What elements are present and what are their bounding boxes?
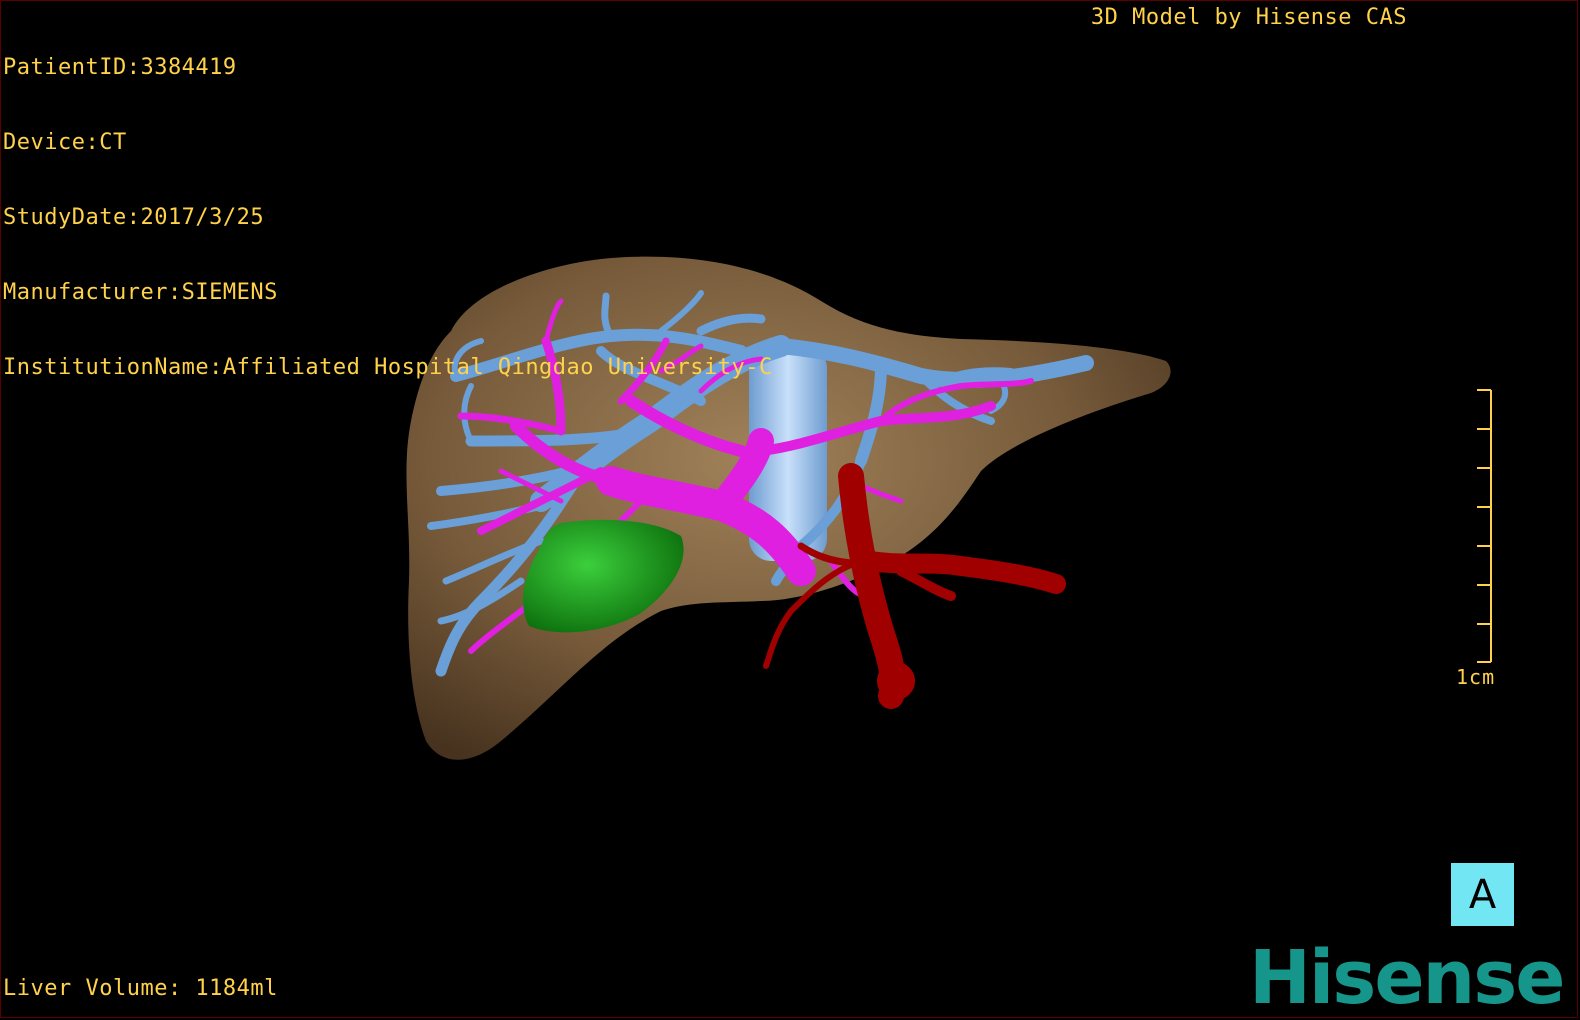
- model-credit-label: 3D Model by Hisense CAS: [1090, 5, 1407, 30]
- gallbladder: [522, 519, 684, 633]
- liver-volume-label: Liver Volume: 1184ml: [3, 976, 278, 1001]
- dicom-info-block: PatientID:3384419 Device:CT StudyDate:20…: [3, 5, 773, 430]
- patient-id-label: PatientID:3384419: [3, 55, 237, 80]
- orientation-marker[interactable]: A: [1451, 863, 1514, 926]
- device-label: Device:CT: [3, 130, 127, 155]
- institution-label: InstitutionName:Affiliated Hospital Qing…: [3, 355, 773, 380]
- hisense-logo: Hisense: [1249, 935, 1565, 1018]
- study-date-label: StudyDate:2017/3/25: [3, 205, 265, 230]
- manufacturer-label: Manufacturer:SIEMENS: [3, 280, 278, 305]
- scale-bar-label: 1cm: [1456, 665, 1496, 689]
- scale-bar: [1477, 389, 1492, 663]
- 3d-viewport[interactable]: PatientID:3384419 Device:CT StudyDate:20…: [0, 0, 1578, 1018]
